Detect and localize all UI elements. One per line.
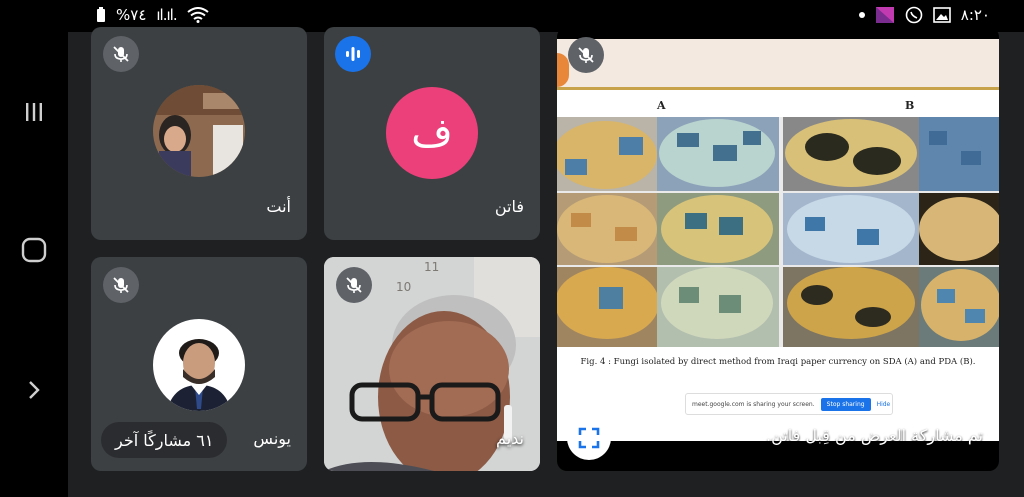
letter-avatar: ف [386, 87, 478, 179]
avatar [153, 85, 245, 177]
participant-tile-nadeem[interactable]: 11 10 نديم [324, 257, 540, 471]
whatsapp-icon [905, 6, 923, 24]
mic-off-indicator [336, 267, 372, 303]
fullscreen-button[interactable] [567, 416, 611, 460]
status-right: ٨:٢٠ [858, 6, 990, 24]
mic-off-icon [113, 277, 129, 293]
avatar [153, 319, 245, 411]
home-icon [21, 237, 47, 263]
system-navbar [0, 0, 68, 497]
wifi-icon [186, 7, 209, 23]
recent-apps-button[interactable] [14, 92, 54, 132]
status-left: %٧٤ ıl.ıl. [96, 6, 209, 24]
share-status-text: meet.google.com is sharing your screen. [692, 400, 815, 408]
svg-text:11: 11 [424, 260, 439, 274]
home-button[interactable] [14, 230, 54, 270]
stop-sharing-button[interactable]: Stop sharing [820, 397, 871, 411]
avatar-photo-you [153, 85, 245, 177]
panel-label-a: A [657, 99, 666, 112]
slide-rule [557, 87, 999, 90]
recent-apps-icon [26, 103, 42, 121]
app-notification-icon [875, 7, 894, 23]
fullscreen-icon [578, 427, 600, 449]
participant-name: نديم [496, 429, 524, 448]
mic-off-icon [578, 47, 594, 63]
participant-name: يونس [253, 429, 291, 448]
slide-header [557, 39, 999, 89]
participant-name: فاتن [494, 197, 524, 216]
participant-tile-faten[interactable]: ف فاتن [324, 27, 540, 240]
avatar-photo-younes [153, 319, 245, 411]
audio-active-indicator [335, 36, 371, 72]
figure-caption: Fig. 4 : Fungi isolated by direct method… [580, 357, 976, 367]
mic-off-indicator [103, 267, 139, 303]
gallery-icon [932, 7, 951, 23]
clock: ٨:٢٠ [960, 6, 990, 24]
mic-off-icon [346, 277, 362, 293]
mic-off-indicator [568, 37, 604, 73]
screen-share-bar: meet.google.com is sharing your screen. … [685, 393, 893, 415]
svg-text:10: 10 [396, 280, 411, 294]
shared-screen: A B Fig. 4: Fungi isolated by direct me… [557, 39, 999, 441]
hide-button[interactable]: Hide [877, 401, 891, 408]
participant-tile-younes[interactable]: ٦١ مشاركًا آخر يونس [91, 257, 307, 471]
dot-icon [858, 12, 865, 18]
petri-dish-figure [557, 117, 999, 347]
chevron-right-icon [29, 381, 40, 399]
mic-off-indicator [103, 36, 139, 72]
battery-icon [97, 7, 105, 22]
other-participants-badge[interactable]: ٦١ مشاركًا آخر [101, 422, 228, 458]
panel-label-b: B [905, 99, 915, 112]
participant-name: أنت [266, 197, 291, 216]
presentation-tile[interactable]: A B Fig. 4: Fungi isolated by direct me… [557, 27, 999, 471]
mic-off-icon [113, 46, 129, 62]
audio-active-icon [346, 47, 360, 61]
back-button[interactable] [14, 370, 54, 410]
signal-icon: ıl.ıl. [156, 6, 177, 24]
battery-level: %٧٤ [116, 6, 147, 24]
participant-tile-you[interactable]: أنت [91, 27, 307, 240]
presenting-label: تم مشاركة العرض من قِبل فاتن. [766, 426, 983, 445]
